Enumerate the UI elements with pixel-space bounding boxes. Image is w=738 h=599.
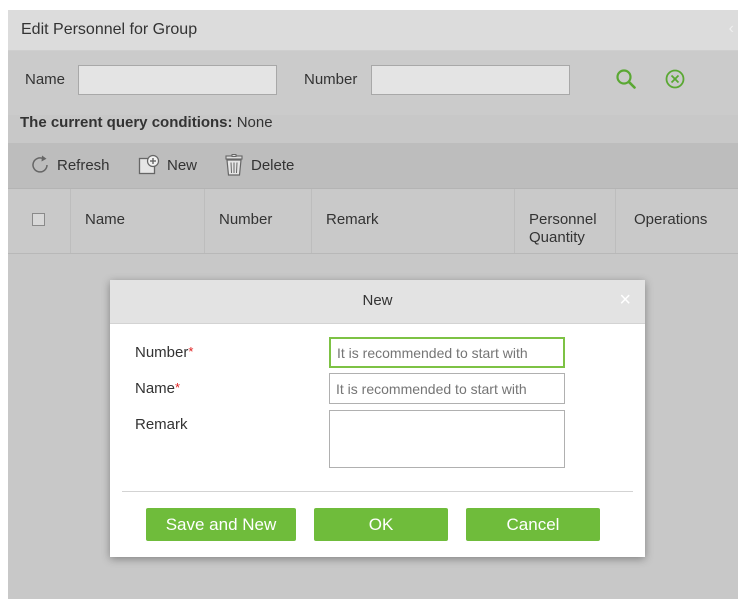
- current-query-conditions: The current query conditions: None: [20, 114, 273, 131]
- save-and-new-button[interactable]: Save and New: [146, 508, 296, 541]
- column-divider: [514, 189, 515, 253]
- dialog-divider: [122, 491, 633, 492]
- dialog-header: New ×: [110, 280, 645, 324]
- clear-circle-icon[interactable]: [664, 68, 686, 95]
- delete-icon: [225, 154, 243, 176]
- remark-field-label: Remark: [135, 416, 188, 433]
- cancel-button[interactable]: Cancel: [466, 508, 600, 541]
- column-header-remark[interactable]: Remark: [326, 211, 379, 229]
- column-header-personnel-quantity-line1: Personnel: [529, 211, 597, 228]
- name-label-text: Name: [135, 380, 176, 397]
- delete-button[interactable]: Delete: [222, 153, 294, 177]
- name-field-label: Name*: [135, 380, 180, 397]
- table-header: Name Number Remark Personnel Quantity Op…: [8, 189, 738, 254]
- search-icon[interactable]: [615, 68, 637, 95]
- refresh-label: Refresh: [57, 156, 110, 174]
- column-header-personnel-quantity[interactable]: Personnel Quantity: [529, 211, 597, 247]
- column-header-operations[interactable]: Operations: [634, 211, 707, 229]
- column-divider: [311, 189, 312, 253]
- number-field[interactable]: [329, 337, 565, 368]
- search-bar: Name Number: [8, 51, 738, 115]
- new-button[interactable]: New: [138, 153, 197, 177]
- refresh-button[interactable]: Refresh: [30, 153, 110, 177]
- remark-textarea[interactable]: [329, 410, 565, 468]
- ok-button[interactable]: OK: [314, 508, 448, 541]
- new-label: New: [167, 156, 198, 174]
- refresh-icon: [32, 155, 48, 173]
- new-group-dialog: New × Number* Name* Remark Save and New …: [110, 280, 645, 557]
- panel-title: Edit Personnel for Group: [21, 21, 198, 38]
- query-conditions-value: None: [236, 114, 273, 131]
- column-header-number[interactable]: Number: [219, 211, 272, 229]
- name-field[interactable]: [329, 373, 565, 404]
- name-search-input[interactable]: [78, 65, 277, 95]
- close-icon[interactable]: ×: [619, 289, 631, 311]
- required-mark: *: [188, 344, 194, 359]
- number-field-label: Number*: [135, 344, 193, 361]
- column-header-name[interactable]: Name: [85, 211, 125, 229]
- dialog-title: New: [362, 292, 393, 309]
- column-divider: [204, 189, 205, 253]
- number-search-input[interactable]: [371, 65, 570, 95]
- delete-label: Delete: [251, 156, 295, 174]
- column-divider: [70, 189, 71, 253]
- new-icon: [138, 154, 160, 175]
- select-all-checkbox[interactable]: [32, 213, 45, 226]
- chevron-left-icon[interactable]: ‹: [729, 20, 734, 38]
- required-mark: *: [175, 380, 181, 395]
- column-divider: [615, 189, 616, 253]
- query-conditions-prefix: The current query conditions:: [20, 114, 233, 131]
- name-search-label: Name: [25, 71, 66, 88]
- column-header-personnel-quantity-line2: Quantity: [529, 229, 585, 246]
- toolbar: Refresh New Delete: [8, 143, 738, 189]
- number-search-label: Number: [304, 71, 358, 88]
- number-label-text: Number: [135, 344, 189, 361]
- panel-title-bar: Edit Personnel for Group ‹: [8, 10, 738, 51]
